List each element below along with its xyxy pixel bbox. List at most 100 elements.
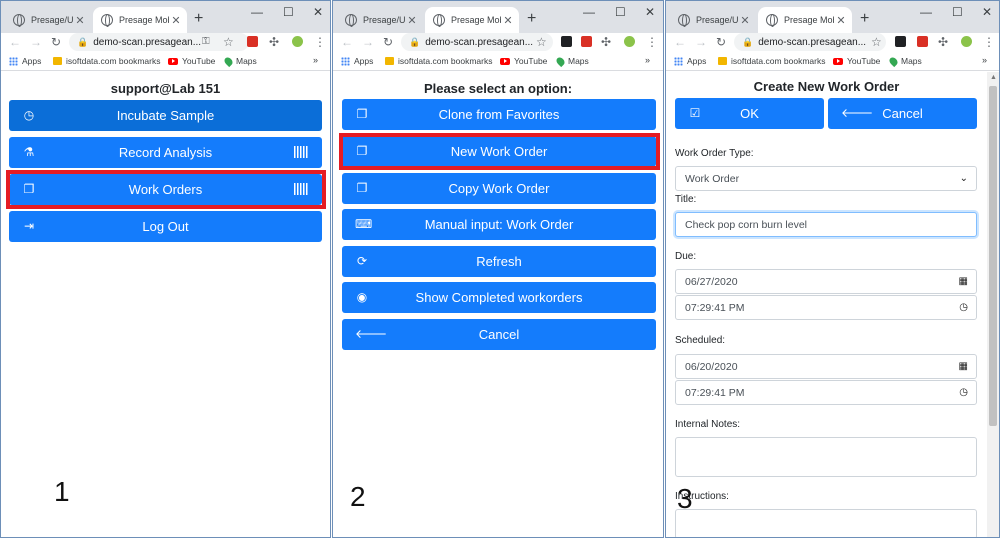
extension-icon[interactable] xyxy=(895,36,906,47)
reload-icon[interactable]: ↻ xyxy=(716,34,726,50)
page-scrollbar[interactable]: ▲ xyxy=(987,72,999,537)
bookmark-maps[interactable]: Maps xyxy=(554,55,589,67)
extension-icon[interactable] xyxy=(581,36,592,47)
calendar-icon[interactable]: ▦ xyxy=(959,276,968,287)
extension-icon[interactable] xyxy=(247,36,258,47)
close-window-icon[interactable]: ✕ xyxy=(313,5,323,19)
bookmarks-overflow[interactable]: » xyxy=(645,55,650,65)
close-icon[interactable]: ✕ xyxy=(73,14,87,27)
tab-presage-user[interactable]: Presage/User ✕ xyxy=(337,7,423,33)
maximize-icon[interactable]: ☐ xyxy=(952,5,963,19)
globe-icon xyxy=(101,14,113,27)
star-icon[interactable]: ☆ xyxy=(871,34,882,50)
clone-from-favorites-button[interactable]: ❐ Clone from Favorites xyxy=(342,99,656,130)
tab-presage-mobile[interactable]: Presage Mob ✕ xyxy=(425,7,519,33)
clock-icon[interactable]: ◷ xyxy=(959,302,968,313)
cancel-button[interactable]: 🡐 Cancel xyxy=(342,319,656,350)
log-out-button[interactable]: ⇥ Log Out xyxy=(9,211,322,242)
maximize-icon[interactable]: ☐ xyxy=(283,5,294,19)
extension-icon[interactable] xyxy=(561,36,572,47)
menu-icon[interactable]: ⋮ xyxy=(983,34,995,50)
bookmarks-overflow[interactable]: » xyxy=(982,55,987,65)
puzzle-icon[interactable]: ✣ xyxy=(938,34,948,50)
close-icon[interactable]: ✕ xyxy=(834,14,848,27)
new-tab-button[interactable]: + xyxy=(194,10,203,28)
bookmark-label: YouTube xyxy=(182,56,216,66)
minimize-icon[interactable]: — xyxy=(251,5,263,19)
bookmark-apps[interactable]: Apps xyxy=(341,56,373,66)
bookmark-youtube[interactable]: YouTube xyxy=(833,56,880,66)
address-bar[interactable]: 🔒 demo-scan.presagean... xyxy=(734,33,886,51)
address-bar[interactable]: 🔒 demo-scan.presagean... xyxy=(69,33,249,51)
reload-icon[interactable]: ↻ xyxy=(383,34,393,50)
bookmark-isoft[interactable]: isoftdata.com bookmarks xyxy=(53,56,160,66)
bookmark-youtube[interactable]: YouTube xyxy=(168,56,215,66)
work-order-type-select[interactable]: Work Order ⌄ xyxy=(675,166,977,191)
close-icon[interactable]: ✕ xyxy=(738,14,752,27)
ok-button[interactable]: ☑ OK xyxy=(675,98,824,129)
profile-icon[interactable] xyxy=(961,36,972,47)
incubate-sample-button[interactable]: ◷ Incubate Sample xyxy=(9,100,322,131)
puzzle-icon[interactable]: ✣ xyxy=(601,34,611,50)
maximize-icon[interactable]: ☐ xyxy=(615,5,626,19)
button-label: Record Analysis xyxy=(118,145,213,160)
tab-presage-mobile[interactable]: Presage Mob ✕ xyxy=(93,7,187,33)
bookmark-maps[interactable]: Maps xyxy=(887,55,922,67)
bookmarks-overflow[interactable]: » xyxy=(313,55,318,65)
scheduled-time-input[interactable]: 07:29:41 PM ◷ xyxy=(675,380,977,405)
show-completed-button[interactable]: ◉ Show Completed workorders xyxy=(342,282,656,313)
bookmark-youtube[interactable]: YouTube xyxy=(500,56,547,66)
close-icon[interactable]: ✕ xyxy=(405,14,419,27)
scheduled-date-input[interactable]: 06/20/2020 ▦ xyxy=(675,354,977,379)
profile-icon[interactable] xyxy=(624,36,635,47)
puzzle-icon[interactable]: ✣ xyxy=(269,34,279,50)
bookmark-maps[interactable]: Maps xyxy=(222,55,257,67)
bookmark-apps[interactable]: Apps xyxy=(674,56,706,66)
forward-icon[interactable]: → xyxy=(362,34,374,50)
close-window-icon[interactable]: ✕ xyxy=(645,5,655,19)
scroll-up-icon[interactable]: ▲ xyxy=(990,74,997,81)
menu-icon[interactable]: ⋮ xyxy=(646,34,658,50)
star-icon[interactable]: ☆ xyxy=(536,34,547,50)
forward-icon[interactable]: → xyxy=(30,34,42,50)
bookmarks-bar: Apps isoftdata.com bookmarks YouTube Map… xyxy=(1,53,330,71)
bookmark-isoft[interactable]: isoftdata.com bookmarks xyxy=(385,56,492,66)
due-date-input[interactable]: 06/27/2020 ▦ xyxy=(675,269,977,294)
reload-icon[interactable]: ↻ xyxy=(51,34,61,50)
bookmark-apps[interactable]: Apps xyxy=(9,56,41,66)
extension-icon[interactable] xyxy=(917,36,928,47)
scrollbar-thumb[interactable] xyxy=(989,86,997,426)
back-icon[interactable]: ← xyxy=(341,34,353,50)
title-input[interactable]: Check pop corn burn level xyxy=(675,212,977,237)
minimize-icon[interactable]: — xyxy=(920,5,932,19)
address-bar[interactable]: 🔒 demo-scan.presagean... xyxy=(401,33,553,51)
back-icon[interactable]: ← xyxy=(9,34,21,50)
bookmark-isoft[interactable]: isoftdata.com bookmarks xyxy=(718,56,825,66)
cancel-button[interactable]: 🡐 Cancel xyxy=(828,98,977,129)
close-window-icon[interactable]: ✕ xyxy=(982,5,992,19)
refresh-button[interactable]: ⟳ Refresh xyxy=(342,246,656,277)
instructions-textarea[interactable] xyxy=(675,509,977,537)
new-tab-button[interactable]: + xyxy=(527,10,536,28)
due-time-input[interactable]: 07:29:41 PM ◷ xyxy=(675,295,977,320)
star-icon[interactable]: ☆ xyxy=(223,34,234,50)
close-icon[interactable]: ✕ xyxy=(501,14,515,27)
tab-presage-user[interactable]: Presage/User ✕ xyxy=(670,7,756,33)
new-tab-button[interactable]: + xyxy=(860,10,869,28)
profile-icon[interactable] xyxy=(292,36,303,47)
close-icon[interactable]: ✕ xyxy=(169,14,183,27)
menu-icon[interactable]: ⋮ xyxy=(314,34,326,50)
clock-icon[interactable]: ◷ xyxy=(959,387,968,398)
page-content: Create New Work Order ☑ OK 🡐 Cancel Work… xyxy=(666,72,999,537)
forward-icon[interactable]: → xyxy=(695,34,707,50)
tab-presage-mobile[interactable]: Presage Mob ✕ xyxy=(758,7,852,33)
tab-presage-user[interactable]: Presage/User ✕ xyxy=(5,7,91,33)
key-icon[interactable]: ⚿ xyxy=(202,34,210,50)
manual-input-button[interactable]: ⌨ Manual input: Work Order xyxy=(342,209,656,240)
copy-work-order-button[interactable]: ❐ Copy Work Order xyxy=(342,173,656,204)
minimize-icon[interactable]: — xyxy=(583,5,595,19)
internal-notes-textarea[interactable] xyxy=(675,437,977,477)
back-icon[interactable]: ← xyxy=(674,34,686,50)
calendar-icon[interactable]: ▦ xyxy=(959,361,968,372)
record-analysis-button[interactable]: ⚗ Record Analysis xyxy=(9,137,322,168)
